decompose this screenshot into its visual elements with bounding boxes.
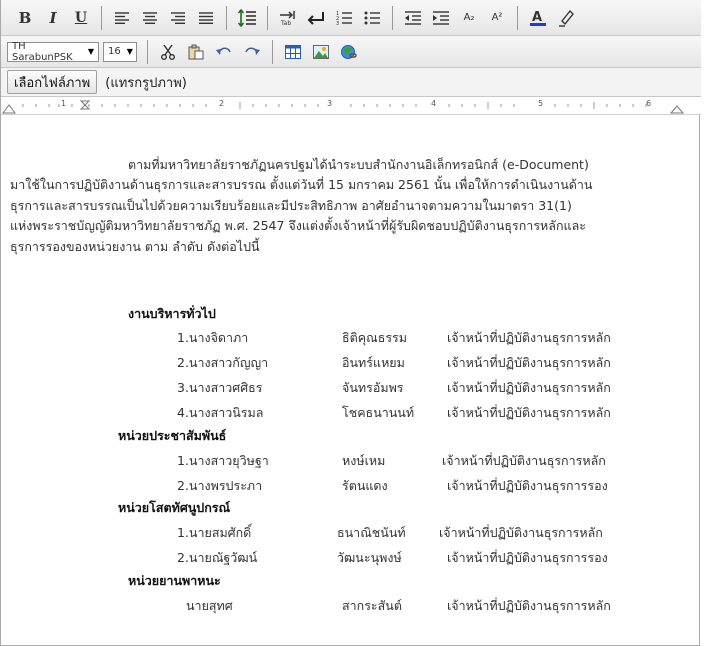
font-size-value: 16 [108, 46, 121, 57]
person-role: เจ้าหน้าที่ปฏิบัติงานธุรการหลัก [447, 330, 611, 345]
text-color-icon[interactable]: A [527, 6, 549, 30]
choose-image-button[interactable]: เลือกไฟล์ภาพ [7, 70, 98, 94]
highlight-pen-icon[interactable] [555, 6, 577, 30]
chevron-down-icon: ▼ [126, 47, 133, 56]
person-name: นายสุทศ [186, 598, 233, 613]
ruler-mark: 3 [327, 99, 333, 108]
person-role: เจ้าหน้าที่ปฏิบัติงานธุรการหลัก [439, 525, 603, 540]
align-right-icon[interactable] [167, 6, 189, 30]
svg-text:3: 3 [336, 21, 339, 25]
formatting-toolbar: B I U Tab 123 A₂ A² A [1, 0, 701, 36]
person-surname: รัตนแดง [342, 478, 388, 493]
toolbar-divider [392, 5, 393, 30]
person-role: เจ้าหน้าที่ปฏิบัติงานธุรการหลัก [447, 355, 611, 370]
redo-icon[interactable] [241, 40, 263, 64]
undo-icon[interactable] [213, 40, 235, 64]
person-role: เจ้าหน้าที่ปฏิบัติงานธุรการรอง [447, 478, 608, 493]
person-surname: ธิติคุณธรรม [342, 330, 408, 345]
align-center-icon[interactable] [139, 6, 161, 30]
rich-text-editor: B I U Tab 123 A₂ A² A TH SarabunPSK ▼ 16… [0, 0, 701, 646]
intro-line: ธุรการรองของหน่วยงาน ตาม ลำดับ ดังต่อไปน… [10, 238, 260, 254]
font-toolbar: TH SarabunPSK ▼ 16 ▼ [1, 36, 701, 68]
ruler-mark: 5 [538, 99, 544, 108]
ruler-mark: 4 [431, 99, 437, 108]
line-break-icon[interactable] [305, 6, 327, 30]
person-name: 1.นางสาวยุวิษฐา [177, 453, 269, 468]
intro-line: ธุรการและสารบรรณเป็นไปด้วยความเรียบร้อยแ… [10, 197, 572, 213]
section-title: หน่วยยานพาหนะ [128, 573, 221, 588]
person-surname: วัฒนะนุพงษ์ [337, 550, 402, 565]
indent-icon[interactable] [430, 6, 452, 30]
cut-icon[interactable] [157, 40, 179, 64]
line-spacing-icon[interactable] [236, 6, 258, 30]
align-left-icon[interactable] [111, 6, 133, 30]
intro-paragraph: ตามที่มหาวิทยาลัยราชภัฏนครปฐมได้นำระบบสำ… [10, 155, 690, 257]
toolbar-divider [517, 5, 518, 30]
italic-button[interactable]: I [42, 6, 64, 30]
person-surname: สากระสันต์ [342, 598, 402, 613]
bold-button[interactable]: B [14, 6, 36, 30]
intro-line: ตามที่มหาวิทยาลัยราชภัฏนครปฐมได้นำระบบสำ… [128, 157, 589, 172]
toolbar-divider [101, 5, 102, 30]
ruler-mark: 6 [646, 99, 652, 108]
align-justify-icon[interactable] [195, 6, 217, 30]
section-title: หน่วยประชาสัมพันธ์ [118, 428, 227, 443]
person-name: 2.นางพรประภา [177, 478, 263, 493]
ruler-mark: 2 [219, 99, 225, 108]
person-name: 2.นายณัฐวัฒน์ [177, 550, 258, 565]
font-name-select[interactable]: TH SarabunPSK ▼ [7, 40, 99, 63]
person-surname: อินทร์แหยม [342, 355, 405, 370]
toolbar-divider [147, 39, 148, 64]
person-surname: โชคธนานนท์ [342, 405, 415, 420]
person-name: 2.นางสาวกัญญา [177, 355, 269, 370]
person-surname: ธนาณิชนันท์ [337, 525, 406, 540]
ruler: 1 2 3 4 5 6 [1, 97, 701, 115]
person-name: 1.นางจิดาภา [177, 330, 249, 345]
subscript-button[interactable]: A₂ [458, 6, 480, 30]
person-role: เจ้าหน้าที่ปฏิบัติงานธุรการรอง [447, 550, 608, 565]
bullet-list-icon[interactable] [361, 6, 383, 30]
person-surname: จันทรอัมพร [342, 380, 404, 395]
insert-tab-icon[interactable]: Tab [277, 6, 299, 30]
person-role: เจ้าหน้าที่ปฏิบัติงานธุรการหลัก [447, 598, 611, 613]
intro-line: มาใช้ในการปฏิบัติงานด้านธุรการและสารบรรณ… [10, 177, 593, 193]
person-role: เจ้าหน้าที่ปฏิบัติงานธุรการหลัก [447, 380, 611, 395]
ruler-mark: 1 [61, 99, 67, 108]
person-surname: หงษ์เหม [342, 453, 386, 468]
insert-table-icon[interactable] [282, 40, 304, 64]
insert-image-icon[interactable] [310, 40, 332, 64]
outdent-icon[interactable] [402, 6, 424, 30]
underline-button[interactable]: U [70, 6, 92, 30]
person-role: เจ้าหน้าที่ปฏิบัติงานธุรการหลัก [442, 453, 606, 468]
person-role: เจ้าหน้าที่ปฏิบัติงานธุรการหลัก [447, 405, 611, 420]
superscript-button[interactable]: A² [486, 6, 508, 30]
toolbar-divider [226, 5, 227, 30]
toolbar-divider [267, 5, 268, 30]
insert-image-note: (แทรกรูปภาพ) [105, 75, 187, 91]
toolbar-divider [272, 39, 273, 64]
svg-text:Tab: Tab [280, 20, 291, 26]
svg-text:A: A [532, 10, 542, 25]
numbered-list-icon[interactable]: 123 [333, 6, 355, 30]
font-size-select[interactable]: 16 ▼ [103, 41, 137, 62]
font-name-value: TH SarabunPSK [12, 40, 73, 63]
chevron-down-icon: ▼ [87, 47, 94, 56]
document-body[interactable]: ตามที่มหาวิทยาลัยราชภัฏนครปฐมได้นำระบบสำ… [1, 115, 699, 646]
section-title: หน่วยโสตทัศนูปกรณ์ [118, 500, 231, 515]
person-name: 3.นางสาวศศิธร [177, 380, 263, 395]
insert-link-icon[interactable] [338, 40, 360, 64]
section-title: งานบริหารทั่วไป [128, 306, 216, 321]
person-name: 4.นางสาวนิรมล [177, 405, 264, 420]
intro-line: แห่งพระราชบัญญัติมหาวิทยาลัยราชภัฏ พ.ศ. … [10, 218, 586, 234]
person-name: 1.นายสมศักดิ์ [177, 525, 252, 540]
image-upload-bar: เลือกไฟล์ภาพ (แทรกรูปภาพ) [1, 68, 701, 97]
paste-icon[interactable] [185, 40, 207, 64]
